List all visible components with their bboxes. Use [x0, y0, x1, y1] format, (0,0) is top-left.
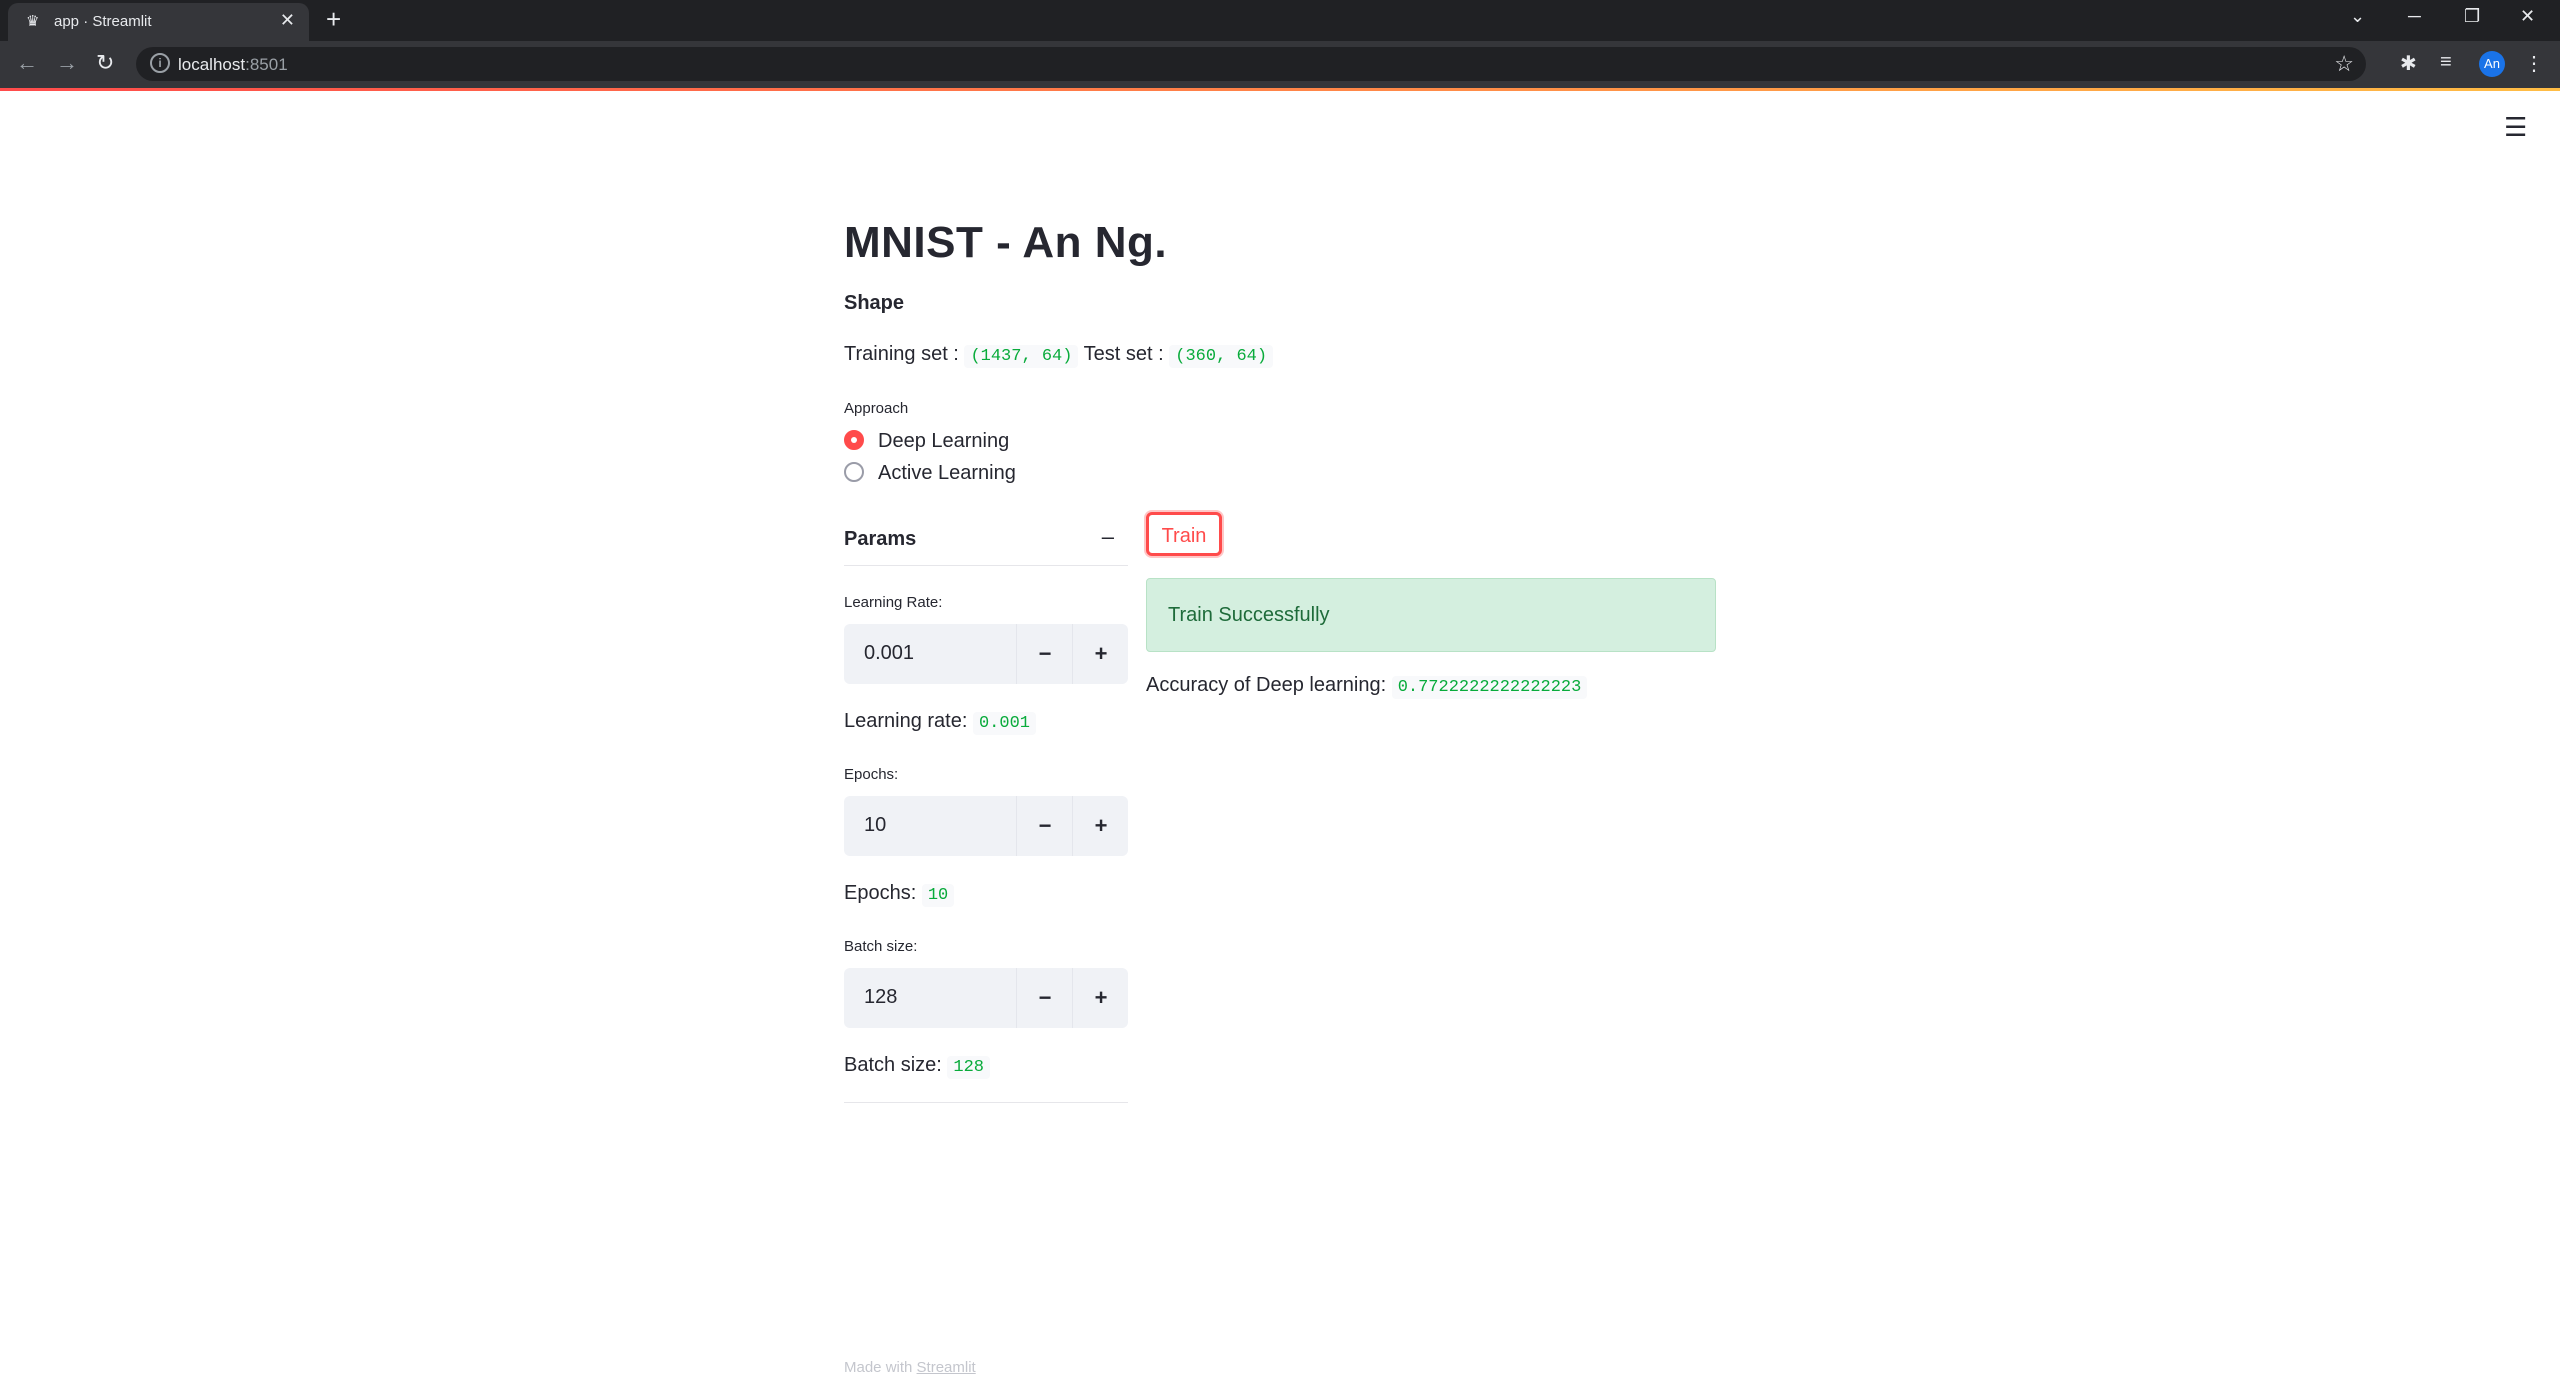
- params-title: Params: [844, 528, 917, 550]
- learning-rate-label: Learning Rate:: [844, 594, 943, 611]
- media-control-icon[interactable]: ≡: [2440, 51, 2452, 74]
- batch-size-input[interactable]: 128 − +: [844, 968, 1128, 1028]
- training-set-label: Training set :: [844, 343, 959, 365]
- profile-avatar[interactable]: An: [2479, 51, 2505, 77]
- shape-heading: Shape: [844, 292, 905, 314]
- epochs-value[interactable]: 10: [864, 814, 886, 837]
- radio-selected-icon[interactable]: [844, 429, 864, 450]
- tab-search-icon[interactable]: ⌄: [2350, 6, 2365, 27]
- batch-size-output-value: 128: [947, 1056, 990, 1079]
- batch-size-label: Batch size:: [844, 938, 918, 955]
- footer-text: Made with: [844, 1359, 913, 1376]
- browser-toolbar: ← → ↻ i localhost:8501 ☆ ✱ ≡ An ⋮: [0, 41, 2560, 88]
- epochs-output: Epochs: 10: [844, 882, 955, 907]
- streamlit-top-decoration: [0, 88, 2560, 91]
- params-expander-header[interactable]: Params –: [844, 510, 1128, 566]
- decrement-button[interactable]: −: [1016, 624, 1073, 684]
- close-window-icon[interactable]: ✕: [2520, 6, 2535, 27]
- learning-rate-output-value: 0.001: [972, 712, 1036, 735]
- radio-deep-learning[interactable]: Deep Learning: [844, 429, 1010, 460]
- close-tab-icon[interactable]: ✕: [280, 10, 295, 31]
- hamburger-menu-icon[interactable]: ☰: [2504, 112, 2527, 143]
- new-tab-icon[interactable]: +: [326, 4, 341, 35]
- decrement-button[interactable]: −: [1016, 796, 1073, 856]
- success-alert: Train Successfully: [1146, 578, 1716, 652]
- page-title: MNIST - An Ng.: [844, 218, 1168, 267]
- minimize-icon[interactable]: ─: [2408, 6, 2421, 27]
- training-set-value: (1437, 64): [964, 345, 1079, 368]
- epochs-output-value: 10: [921, 884, 955, 907]
- expander-divider: [844, 1102, 1128, 1103]
- increment-button[interactable]: +: [1072, 968, 1129, 1028]
- learning-rate-output-label: Learning rate:: [844, 710, 968, 732]
- extensions-icon[interactable]: ✱: [2400, 51, 2417, 76]
- approach-label: Approach: [844, 400, 909, 417]
- streamlit-favicon-icon: ♛: [26, 13, 40, 30]
- epochs-label: Epochs:: [844, 766, 899, 783]
- decrement-button[interactable]: −: [1016, 968, 1073, 1028]
- tab-title: app · Streamlit: [54, 13, 152, 30]
- epochs-input[interactable]: 10 − +: [844, 796, 1128, 856]
- address-bar[interactable]: i localhost:8501 ☆: [136, 47, 2366, 81]
- radio-label: Deep Learning: [878, 430, 1010, 452]
- increment-button[interactable]: +: [1072, 796, 1129, 856]
- browser-tab-bar: ♛ app · Streamlit ✕ + ⌄ ─ ❐ ✕: [0, 0, 2560, 41]
- radio-label: Active Learning: [878, 462, 1016, 484]
- reload-icon[interactable]: ↻: [96, 50, 114, 76]
- batch-size-output-label: Batch size:: [844, 1054, 942, 1076]
- accuracy-value: 0.7722222222222223: [1391, 676, 1588, 699]
- accuracy-output: Accuracy of Deep learning: 0.77222222222…: [1146, 674, 1588, 699]
- footer: Made with Streamlit: [844, 1359, 976, 1376]
- shape-info: Training set : (1437, 64) Test set : (36…: [844, 343, 1274, 368]
- radio-active-learning[interactable]: Active Learning: [844, 461, 1016, 492]
- browser-menu-icon[interactable]: ⋮: [2524, 51, 2544, 76]
- learning-rate-input[interactable]: 0.001 − +: [844, 624, 1128, 684]
- increment-button[interactable]: +: [1072, 624, 1129, 684]
- restore-icon[interactable]: ❐: [2464, 6, 2480, 27]
- forward-icon[interactable]: →: [56, 50, 78, 76]
- url-text: localhost:8501: [178, 55, 288, 74]
- train-button[interactable]: Train: [1146, 512, 1222, 556]
- radio-unselected-icon[interactable]: [844, 461, 864, 482]
- test-set-value: (360, 64): [1169, 345, 1274, 368]
- batch-size-output: Batch size: 128: [844, 1054, 990, 1079]
- streamlit-link[interactable]: Streamlit: [917, 1359, 976, 1376]
- site-info-icon[interactable]: i: [150, 53, 170, 73]
- browser-tab[interactable]: ♛ app · Streamlit ✕: [8, 3, 309, 41]
- batch-size-value[interactable]: 128: [864, 986, 897, 1009]
- epochs-output-label: Epochs:: [844, 882, 917, 904]
- collapse-icon[interactable]: –: [1102, 524, 1114, 550]
- learning-rate-value[interactable]: 0.001: [864, 642, 914, 665]
- test-set-label: Test set :: [1083, 343, 1164, 365]
- bookmark-star-icon[interactable]: ☆: [2334, 51, 2354, 77]
- learning-rate-output: Learning rate: 0.001: [844, 710, 1036, 735]
- success-message: Train Successfully: [1168, 604, 1330, 626]
- accuracy-label: Accuracy of Deep learning:: [1146, 674, 1387, 696]
- back-icon[interactable]: ←: [16, 50, 38, 76]
